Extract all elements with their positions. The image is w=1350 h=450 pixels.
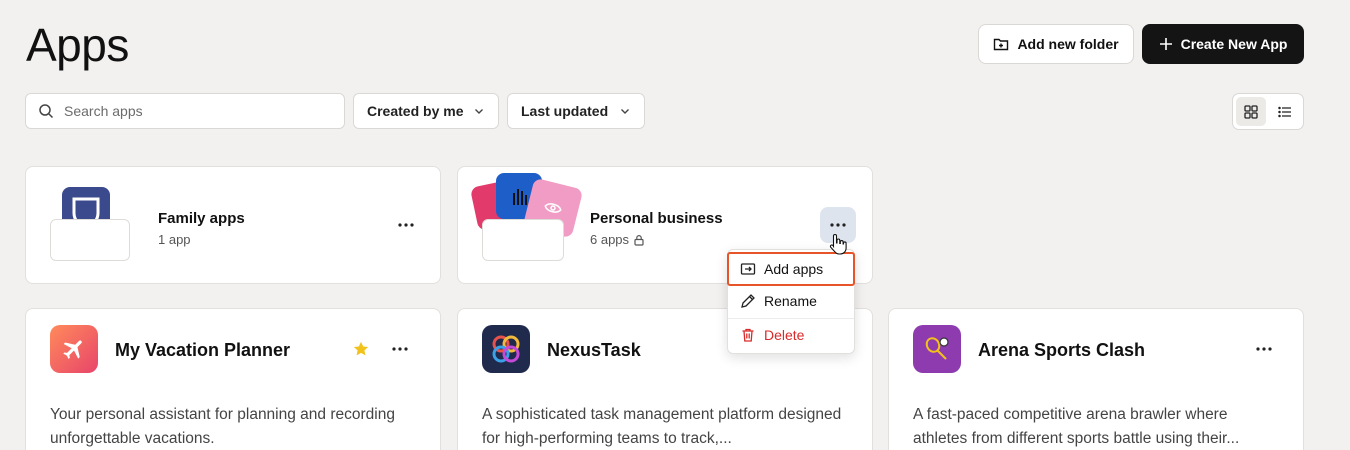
app-name: NexusTask bbox=[547, 340, 641, 360]
list-view-button[interactable] bbox=[1270, 97, 1300, 126]
sort-value: Last updated bbox=[521, 103, 609, 119]
sports-icon bbox=[925, 337, 949, 360]
rings-icon bbox=[492, 335, 520, 363]
menu-item-rename[interactable]: Rename bbox=[728, 285, 854, 317]
star-icon[interactable] bbox=[352, 340, 370, 358]
app-card-arena-sports-clash[interactable]: Arena Sports Clash A fast-paced competit… bbox=[888, 308, 1304, 450]
lock-icon bbox=[634, 234, 644, 246]
folder-count: 6 apps bbox=[590, 232, 645, 247]
folder-count-text: 6 apps bbox=[590, 232, 630, 247]
folder-plus-icon bbox=[994, 38, 1009, 51]
menu-item-label: Delete bbox=[764, 327, 805, 343]
ellipsis-icon bbox=[398, 223, 414, 227]
trash-icon bbox=[742, 328, 754, 342]
ellipsis-icon bbox=[1256, 347, 1272, 351]
search-box[interactable] bbox=[25, 93, 345, 129]
add-new-folder-label: Add new folder bbox=[1017, 36, 1119, 52]
ellipsis-icon bbox=[392, 347, 408, 351]
add-new-folder-button[interactable]: Add new folder bbox=[978, 24, 1134, 64]
more-options-button[interactable] bbox=[388, 207, 424, 243]
created-by-dropdown[interactable]: Created by me bbox=[353, 93, 499, 129]
app-description: Your personal assistant for planning and… bbox=[50, 406, 395, 447]
folder-count-text: 1 app bbox=[158, 232, 191, 247]
menu-item-delete[interactable]: Delete bbox=[728, 319, 854, 351]
airplane-icon bbox=[63, 340, 82, 359]
folder-card-family-apps[interactable]: Family apps 1 app bbox=[25, 166, 441, 284]
plus-icon bbox=[1159, 38, 1172, 50]
grid-view-button[interactable] bbox=[1236, 97, 1266, 126]
more-options-button[interactable] bbox=[382, 331, 418, 367]
menu-item-label: Rename bbox=[764, 293, 817, 309]
create-new-app-button[interactable]: Create New App bbox=[1142, 24, 1304, 64]
app-description: A sophisticated task management platform… bbox=[482, 406, 842, 447]
eye-icon bbox=[544, 203, 562, 213]
folder-thumbnail bbox=[469, 173, 584, 261]
hand-cursor-icon bbox=[829, 233, 847, 255]
page-title: Apps bbox=[26, 19, 129, 71]
chevron-down-icon bbox=[475, 109, 483, 114]
app-icon bbox=[482, 325, 530, 373]
view-toggle bbox=[1232, 93, 1304, 130]
app-card-my-vacation-planner[interactable]: My Vacation Planner Your personal assist… bbox=[25, 308, 441, 450]
grid-icon bbox=[1244, 104, 1258, 119]
app-name: My Vacation Planner bbox=[115, 340, 291, 360]
sort-dropdown[interactable]: Last updated bbox=[507, 93, 645, 129]
pencil-icon bbox=[741, 294, 755, 308]
folder-name: Family apps bbox=[158, 210, 245, 227]
app-description: A fast-paced competitive arena brawler w… bbox=[913, 406, 1240, 447]
created-by-value: Created by me bbox=[367, 103, 464, 119]
folder-context-menu: Add apps Rename Delete bbox=[727, 249, 855, 354]
search-icon bbox=[39, 104, 54, 119]
menu-item-add-apps[interactable]: Add apps bbox=[727, 252, 855, 286]
folder-pocket bbox=[482, 219, 564, 261]
app-icon bbox=[913, 325, 961, 373]
ellipsis-icon bbox=[830, 223, 846, 227]
folder-thumbnail bbox=[50, 187, 132, 261]
app-name: Arena Sports Clash bbox=[978, 340, 1146, 360]
folder-name: Personal business bbox=[590, 210, 723, 227]
create-new-app-label: Create New App bbox=[1180, 36, 1288, 52]
chevron-down-icon bbox=[621, 109, 629, 114]
more-options-button[interactable] bbox=[1246, 331, 1282, 367]
add-to-folder-icon bbox=[740, 263, 756, 275]
folder-count: 1 app bbox=[158, 232, 191, 247]
folder-pocket bbox=[50, 219, 130, 261]
search-input[interactable] bbox=[64, 103, 324, 119]
list-icon bbox=[1278, 106, 1291, 117]
menu-item-label: Add apps bbox=[764, 261, 824, 277]
app-icon bbox=[50, 325, 98, 373]
